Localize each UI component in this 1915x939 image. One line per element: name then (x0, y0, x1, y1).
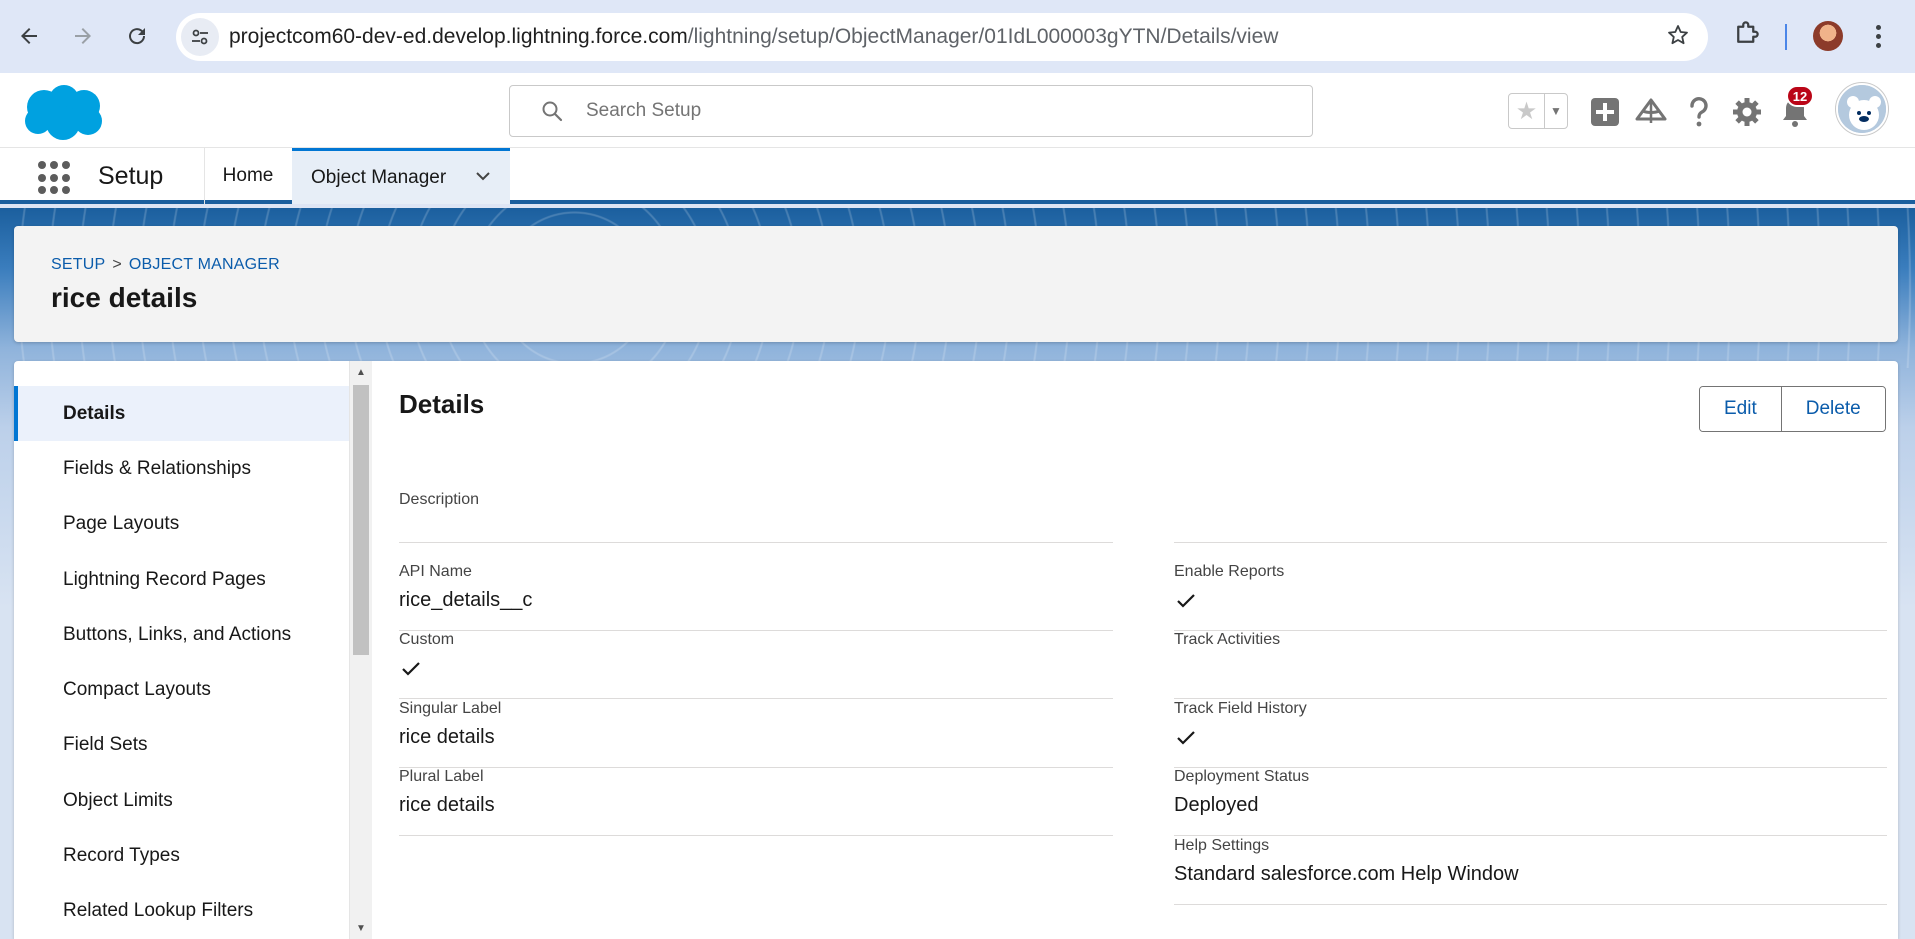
chevron-down-icon[interactable] (474, 167, 492, 185)
sidebar-item-buttons-links-actions[interactable]: Buttons, Links, and Actions (14, 607, 349, 662)
sidebar-item-compact-layouts[interactable]: Compact Layouts (14, 662, 349, 717)
setup-search[interactable] (509, 85, 1313, 137)
notification-badge: 12 (1786, 85, 1814, 107)
url-path: /lightning/setup/ObjectManager/01IdL0000… (687, 25, 1279, 48)
search-input[interactable] (586, 100, 1236, 122)
field-enable-reports: Enable Reports (1174, 563, 1887, 631)
favorites-star-icon[interactable]: ★ (1509, 94, 1545, 128)
breadcrumb-object-manager[interactable]: OBJECT MANAGER (129, 256, 280, 273)
reload-icon[interactable] (119, 18, 155, 54)
sidebar-item-details[interactable]: Details (14, 386, 349, 441)
field-label: Description (399, 491, 480, 508)
breadcrumb-setup[interactable]: SETUP (51, 256, 105, 273)
field-label: Track Activities (1174, 631, 1281, 648)
toolbar-divider (1785, 24, 1787, 50)
scroll-down-arrow-icon[interactable]: ▼ (355, 922, 367, 934)
help-icon[interactable] (1682, 95, 1716, 129)
field-label: Help Settings (1174, 837, 1270, 854)
browser-toolbar: projectcom60-dev-ed.develop.lightning.fo… (0, 0, 1915, 73)
gear-icon[interactable] (1730, 95, 1764, 129)
favorites-dropdown-icon[interactable]: ▼ (1545, 94, 1567, 128)
field-custom: Custom (399, 631, 1113, 699)
sidebar-item-field-sets[interactable]: Field Sets (14, 717, 349, 772)
field-label: Singular Label (399, 700, 502, 717)
profile-avatar[interactable] (1813, 21, 1843, 51)
address-bar[interactable]: projectcom60-dev-ed.develop.lightning.fo… (176, 13, 1708, 61)
page-title: rice details (51, 282, 198, 313)
delete-button[interactable]: Delete (1780, 387, 1885, 431)
checkmark-icon (1177, 594, 1195, 608)
details-actions: Edit Delete (1699, 386, 1886, 432)
app-name: Setup (98, 162, 164, 190)
field-description: Description (399, 491, 1113, 543)
favorites-button-group: ★ ▼ (1508, 93, 1568, 129)
field-label: Track Field History (1174, 700, 1307, 717)
field-help-settings: Help Settings Standard salesforce.com He… (1174, 837, 1887, 905)
sidebar-item-page-layouts[interactable]: Page Layouts (14, 496, 349, 551)
field-deployment-status: Deployment Status Deployed (1174, 768, 1887, 836)
sidebar-item-lightning-record-pages[interactable]: Lightning Record Pages (14, 552, 349, 607)
global-header: ★ ▼ 12 (0, 73, 1915, 148)
sidebar-item-record-types[interactable]: Record Types (14, 828, 349, 883)
breadcrumb: SETUP > OBJECT MANAGER (51, 256, 280, 274)
field-value: rice_details__c (399, 589, 533, 611)
trailhead-icon[interactable] (1634, 95, 1668, 129)
app-nav-bar: Setup Home Object Manager (0, 148, 1915, 204)
field-track-field-history: Track Field History (1174, 700, 1887, 768)
breadcrumb-separator: > (112, 256, 122, 273)
main-panel: Details Fields & Relationships Page Layo… (14, 361, 1898, 939)
field-value: Standard salesforce.com Help Window (1174, 863, 1519, 885)
details-content: Details Edit Delete Description API Name… (399, 361, 1887, 939)
url-text: projectcom60-dev-ed.develop.lightning.fo… (229, 25, 1278, 49)
scroll-thumb[interactable] (353, 385, 369, 655)
field-track-activities: Track Activities (1174, 631, 1887, 699)
search-icon (542, 101, 563, 122)
checkmark-icon (1177, 731, 1195, 745)
field-singular-label: Singular Label rice details (399, 700, 1113, 768)
user-avatar[interactable] (1836, 83, 1888, 135)
site-info-icon[interactable] (181, 18, 219, 56)
field-label: Plural Label (399, 768, 484, 785)
sidebar-item-fields-relationships[interactable]: Fields & Relationships (14, 441, 349, 496)
field-value: rice details (399, 794, 495, 816)
edit-button[interactable]: Edit (1700, 387, 1781, 431)
details-heading: Details (399, 389, 485, 419)
field-label: API Name (399, 563, 472, 580)
scroll-up-arrow-icon[interactable]: ▲ (355, 366, 367, 378)
bookmark-star-icon[interactable] (1666, 23, 1690, 54)
salesforce-cloud-logo[interactable] (18, 81, 108, 143)
forward-icon[interactable] (65, 18, 101, 54)
checkmark-icon (402, 662, 420, 676)
url-host: projectcom60-dev-ed.develop.lightning.fo… (229, 25, 688, 48)
back-icon[interactable] (11, 18, 47, 54)
field-label: Custom (399, 631, 455, 648)
sidebar-item-object-limits[interactable]: Object Limits (14, 773, 349, 828)
app-launcher-icon[interactable] (38, 161, 72, 195)
object-sidebar: Details Fields & Relationships Page Layo… (14, 361, 350, 939)
field-empty (1174, 491, 1887, 543)
page-header: SETUP > OBJECT MANAGER rice details (14, 226, 1898, 342)
field-label: Enable Reports (1174, 563, 1285, 580)
field-plural-label: Plural Label rice details (399, 768, 1113, 836)
extensions-icon[interactable] (1732, 18, 1766, 52)
sidebar-scrollbar[interactable]: ▲ ▼ (350, 361, 372, 939)
chrome-menu-icon[interactable] (1868, 18, 1888, 54)
tab-object-manager[interactable]: Object Manager (292, 148, 510, 204)
sidebar-item-related-lookup-filters[interactable]: Related Lookup Filters (14, 883, 349, 938)
field-label: Deployment Status (1174, 768, 1310, 785)
field-api-name: API Name rice_details__c (399, 563, 1113, 631)
tab-object-manager-label: Object Manager (311, 166, 447, 188)
field-value: rice details (399, 726, 495, 748)
field-value: Deployed (1174, 794, 1259, 816)
add-icon[interactable] (1588, 95, 1622, 129)
tab-home[interactable]: Home (204, 148, 292, 204)
